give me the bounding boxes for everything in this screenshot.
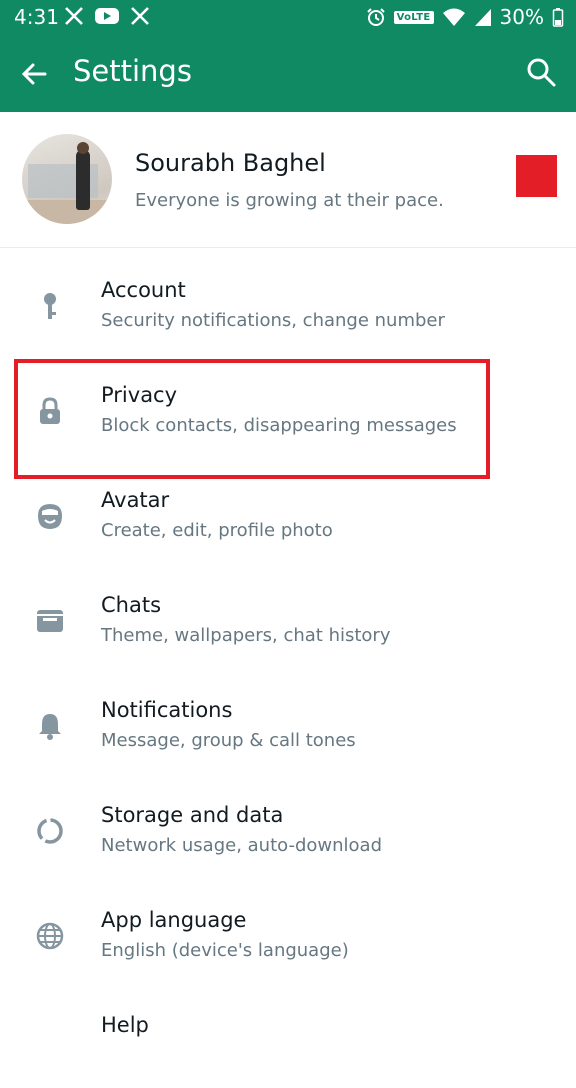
avatar[interactable]: [22, 134, 112, 224]
settings-item-subtitle: Create, edit, profile photo: [101, 520, 333, 541]
wifi-icon: [442, 8, 465, 26]
storage-circle-icon: [37, 818, 63, 844]
chat-icon: [37, 610, 63, 632]
page-title: Settings: [73, 54, 192, 88]
settings-item-label: Account: [101, 278, 186, 302]
settings-item-subtitle: Theme, wallpapers, chat history: [101, 625, 391, 646]
settings-item-label: Chats: [101, 593, 162, 617]
settings-item-label: Storage and data: [101, 803, 284, 827]
red-marker: [516, 155, 557, 197]
settings-item-subtitle: Message, group & call tones: [101, 730, 356, 751]
settings-item-label: Avatar: [101, 488, 170, 512]
status-bar: 4:31 VoLTE 30%: [0, 0, 576, 35]
x-logo-icon: [131, 7, 149, 25]
globe-icon: [36, 922, 64, 950]
settings-item-notifications[interactable]: Notifications Message, group & call tone…: [0, 668, 576, 773]
profile-section[interactable]: Sourabh Baghel Everyone is growing at th…: [0, 112, 576, 248]
settings-item-help[interactable]: Help: [0, 983, 576, 1088]
back-arrow-icon[interactable]: [18, 57, 52, 91]
settings-item-label: Notifications: [101, 698, 233, 722]
status-time: 4:31: [14, 5, 59, 29]
x-logo-icon: [65, 7, 83, 25]
notification-icons: [64, 6, 150, 26]
settings-item-subtitle: English (device's language): [101, 940, 349, 961]
search-icon[interactable]: [524, 55, 558, 89]
alarm-icon: [366, 8, 385, 26]
youtube-icon: [95, 8, 119, 24]
settings-item-subtitle: Security notifications, change number: [101, 310, 445, 331]
settings-item-storage[interactable]: Storage and data Network usage, auto-dow…: [0, 773, 576, 878]
app-bar: Settings: [0, 35, 576, 112]
settings-item-label: App language: [101, 908, 247, 932]
volte-badge: VoLTE: [393, 10, 434, 24]
battery-percent: 30%: [499, 5, 544, 29]
signal-icon: [474, 9, 491, 26]
profile-status: Everyone is growing at their pace.: [135, 190, 444, 211]
settings-item-app-language[interactable]: App language English (device's language): [0, 878, 576, 983]
settings-item-chats[interactable]: Chats Theme, wallpapers, chat history: [0, 563, 576, 668]
settings-item-subtitle: Network usage, auto-download: [101, 835, 383, 856]
settings-item-account[interactable]: Account Security notifications, change n…: [0, 248, 576, 353]
highlight-box: [14, 359, 490, 479]
bell-icon: [39, 714, 61, 740]
settings-item-label: Help: [101, 1013, 149, 1037]
profile-name: Sourabh Baghel: [135, 149, 326, 177]
key-icon: [44, 293, 56, 319]
battery-icon: [552, 8, 564, 27]
avatar-face-icon: [38, 504, 62, 529]
